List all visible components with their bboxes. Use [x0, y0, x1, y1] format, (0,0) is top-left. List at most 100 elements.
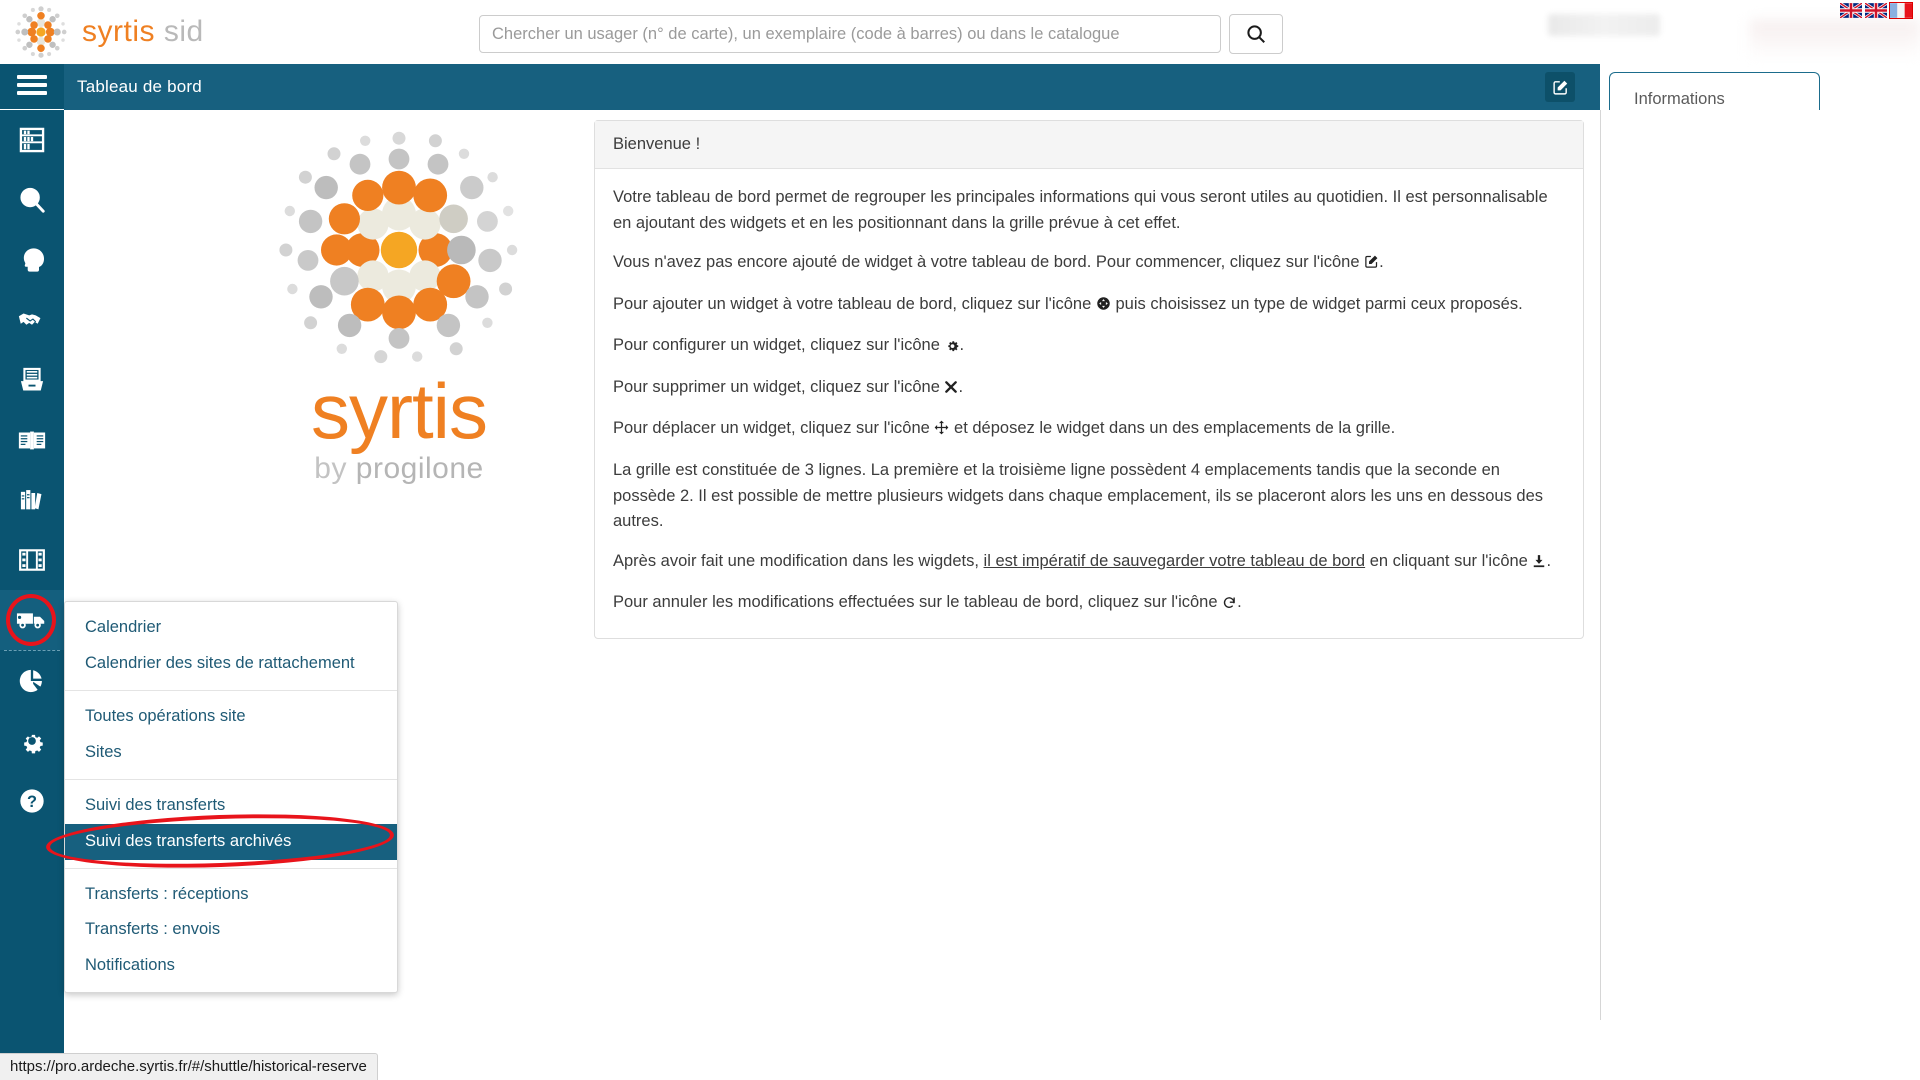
sidebar-item-navette[interactable] — [0, 590, 64, 650]
sidebar-item-acquisitions[interactable] — [0, 350, 64, 410]
undo-icon — [1222, 592, 1237, 618]
paragraph-tail: . — [1237, 593, 1242, 612]
brand-name-secondary: sid — [163, 15, 204, 48]
top-bar: syrtis sid — [0, 0, 1920, 64]
menu-item-calendrier[interactable]: Calendrier — [65, 610, 397, 646]
sidebar-item-collections[interactable] — [0, 470, 64, 530]
global-search — [479, 14, 1283, 54]
paragraph-tail: . — [958, 377, 964, 396]
sidebar-item-recherche[interactable] — [0, 170, 64, 230]
logo-by-label: by — [314, 452, 347, 486]
svg-text:?: ? — [27, 793, 37, 811]
menu-divider — [65, 778, 397, 780]
syrtis-mandala-icon — [269, 120, 529, 380]
menu-item-notifications[interactable]: Notifications — [65, 948, 397, 984]
search-button[interactable] — [1229, 14, 1283, 54]
syrtis-logo-panel: syrtis by progilone — [199, 120, 599, 486]
sidebar-toggle-button[interactable] — [0, 64, 64, 110]
french-flag-icon[interactable] — [1889, 2, 1913, 19]
menu-item-transferts-envois[interactable]: Transferts : envois — [65, 912, 397, 948]
welcome-paragraph: Pour annuler les modifications effectuée… — [613, 590, 1565, 618]
page-header: Tableau de bord — [64, 64, 1600, 110]
english-flag-alt-icon[interactable] — [1865, 3, 1887, 18]
page-title: Tableau de bord — [77, 77, 202, 96]
brand-name-primary: syrtis — [82, 15, 155, 48]
download-save-icon — [1532, 551, 1546, 577]
question-mark-icon: ? — [20, 789, 44, 813]
tab-label: Informations — [1634, 89, 1725, 108]
paragraph-text: Pour déplacer un widget, cliquez sur l'i… — [613, 419, 930, 438]
brand-name: syrtis sid — [82, 15, 204, 49]
welcome-paragraph: Vous n'avez pas encore ajouté de widget … — [613, 250, 1565, 278]
welcome-paragraph: Pour ajouter un widget à votre tableau d… — [613, 292, 1565, 320]
film-strip-icon — [19, 549, 45, 571]
menu-item-suivi-transferts-archives[interactable]: Suivi des transferts archivés — [65, 823, 397, 860]
paragraph-text: Votre tableau de bord permet de regroupe… — [613, 188, 1548, 232]
paragraph-tail: . — [1546, 551, 1552, 570]
paragraph-tail: puis choisissez un type de widget parmi … — [1115, 294, 1523, 313]
user-head-icon — [23, 248, 45, 272]
language-switcher — [1840, 2, 1913, 19]
paragraph-tail: . — [1379, 253, 1384, 272]
plus-circle-icon — [1096, 294, 1111, 320]
sidebar-item-pret[interactable] — [0, 290, 64, 350]
english-flag-icon[interactable] — [1840, 3, 1862, 18]
bookshelf-icon — [19, 127, 45, 153]
welcome-paragraph: Votre tableau de bord permet de regroupe… — [613, 185, 1565, 236]
welcome-paragraph: Après avoir fait une modification dans l… — [613, 549, 1565, 577]
welcome-paragraph: La grille est constituée de 3 lignes. La… — [613, 458, 1565, 535]
paragraph-text: Pour configurer un widget, cliquez sur l… — [613, 336, 940, 355]
search-icon — [20, 187, 45, 213]
search-input[interactable] — [479, 15, 1221, 53]
gear-icon — [24, 734, 43, 754]
menu-item-sites[interactable]: Sites — [65, 735, 397, 771]
truck-icon — [16, 613, 45, 629]
menu-item-transferts-receptions[interactable]: Transferts : réceptions — [65, 877, 397, 913]
sidebar-item-catalogue[interactable] — [0, 110, 64, 170]
status-bar-url: https://pro.ardeche.syrtis.fr/#/shuttle/… — [0, 1053, 378, 1080]
edit-dashboard-button[interactable] — [1545, 72, 1575, 102]
sidebar-item-aide[interactable]: ? — [0, 771, 64, 831]
navette-dropdown-menu: Calendrier Calendrier des sites de ratta… — [64, 601, 398, 994]
handshake-icon — [18, 313, 41, 325]
welcome-card: Bienvenue ! Votre tableau de bord permet… — [594, 120, 1584, 639]
sidebar-item-periodiques[interactable] — [0, 410, 64, 470]
paragraph-text: Après avoir fait une modification dans l… — [613, 551, 979, 570]
menu-item-toutes-operations-site[interactable]: Toutes opérations site — [65, 699, 397, 735]
edit-square-icon — [1364, 252, 1379, 278]
syrtis-dot-logo-icon — [12, 3, 70, 61]
paragraph-text: Pour annuler les modifications effectuée… — [613, 593, 1218, 612]
welcome-paragraph: Pour supprimer un widget, cliquez sur l'… — [613, 375, 1565, 403]
paragraph-tail: . — [959, 336, 965, 355]
paragraph-text: Vous n'avez pas encore ajouté de widget … — [613, 253, 1360, 272]
pie-chart-icon — [19, 669, 42, 693]
header-overlay-blur — [1750, 20, 1920, 60]
sidebar-item-statistiques[interactable] — [0, 651, 64, 711]
welcome-card-title: Bienvenue ! — [595, 121, 1583, 169]
menu-item-suivi-transferts[interactable]: Suivi des transferts — [65, 788, 397, 824]
sidebar-item-usagers[interactable] — [0, 230, 64, 290]
move-arrows-icon — [934, 418, 949, 444]
sidebar-item-multimedia[interactable] — [0, 530, 64, 590]
paragraph-text: La grille est constituée de 3 lignes. La… — [613, 460, 1544, 531]
menu-item-calendrier-sites[interactable]: Calendrier des sites de rattachement — [65, 646, 397, 682]
user-account-label[interactable] — [1548, 14, 1660, 36]
main-sidebar: ? — [0, 64, 64, 1080]
logo-company-label: progilone — [355, 452, 484, 486]
search-icon — [1247, 25, 1265, 43]
menu-divider — [65, 689, 397, 691]
close-x-icon — [944, 377, 958, 403]
inbox-tray-icon — [20, 367, 44, 391]
edit-square-icon — [1552, 80, 1567, 95]
logo-byline: by progilone — [199, 452, 599, 486]
open-book-icon — [18, 431, 46, 450]
menu-divider — [65, 867, 397, 869]
sidebar-item-parametres[interactable] — [0, 711, 64, 771]
logo-wordmark: syrtis — [311, 367, 488, 455]
welcome-paragraph: Pour déplacer un widget, cliquez sur l'i… — [613, 416, 1565, 444]
paragraph-tail: et déposez le widget dans un des emplace… — [954, 419, 1396, 438]
brand-logo[interactable]: syrtis sid — [0, 3, 204, 61]
welcome-paragraph: Pour configurer un widget, cliquez sur l… — [613, 333, 1565, 361]
books-row-icon — [20, 490, 42, 510]
paragraph-underlined: il est impératif de sauvegarder votre ta… — [983, 551, 1366, 570]
